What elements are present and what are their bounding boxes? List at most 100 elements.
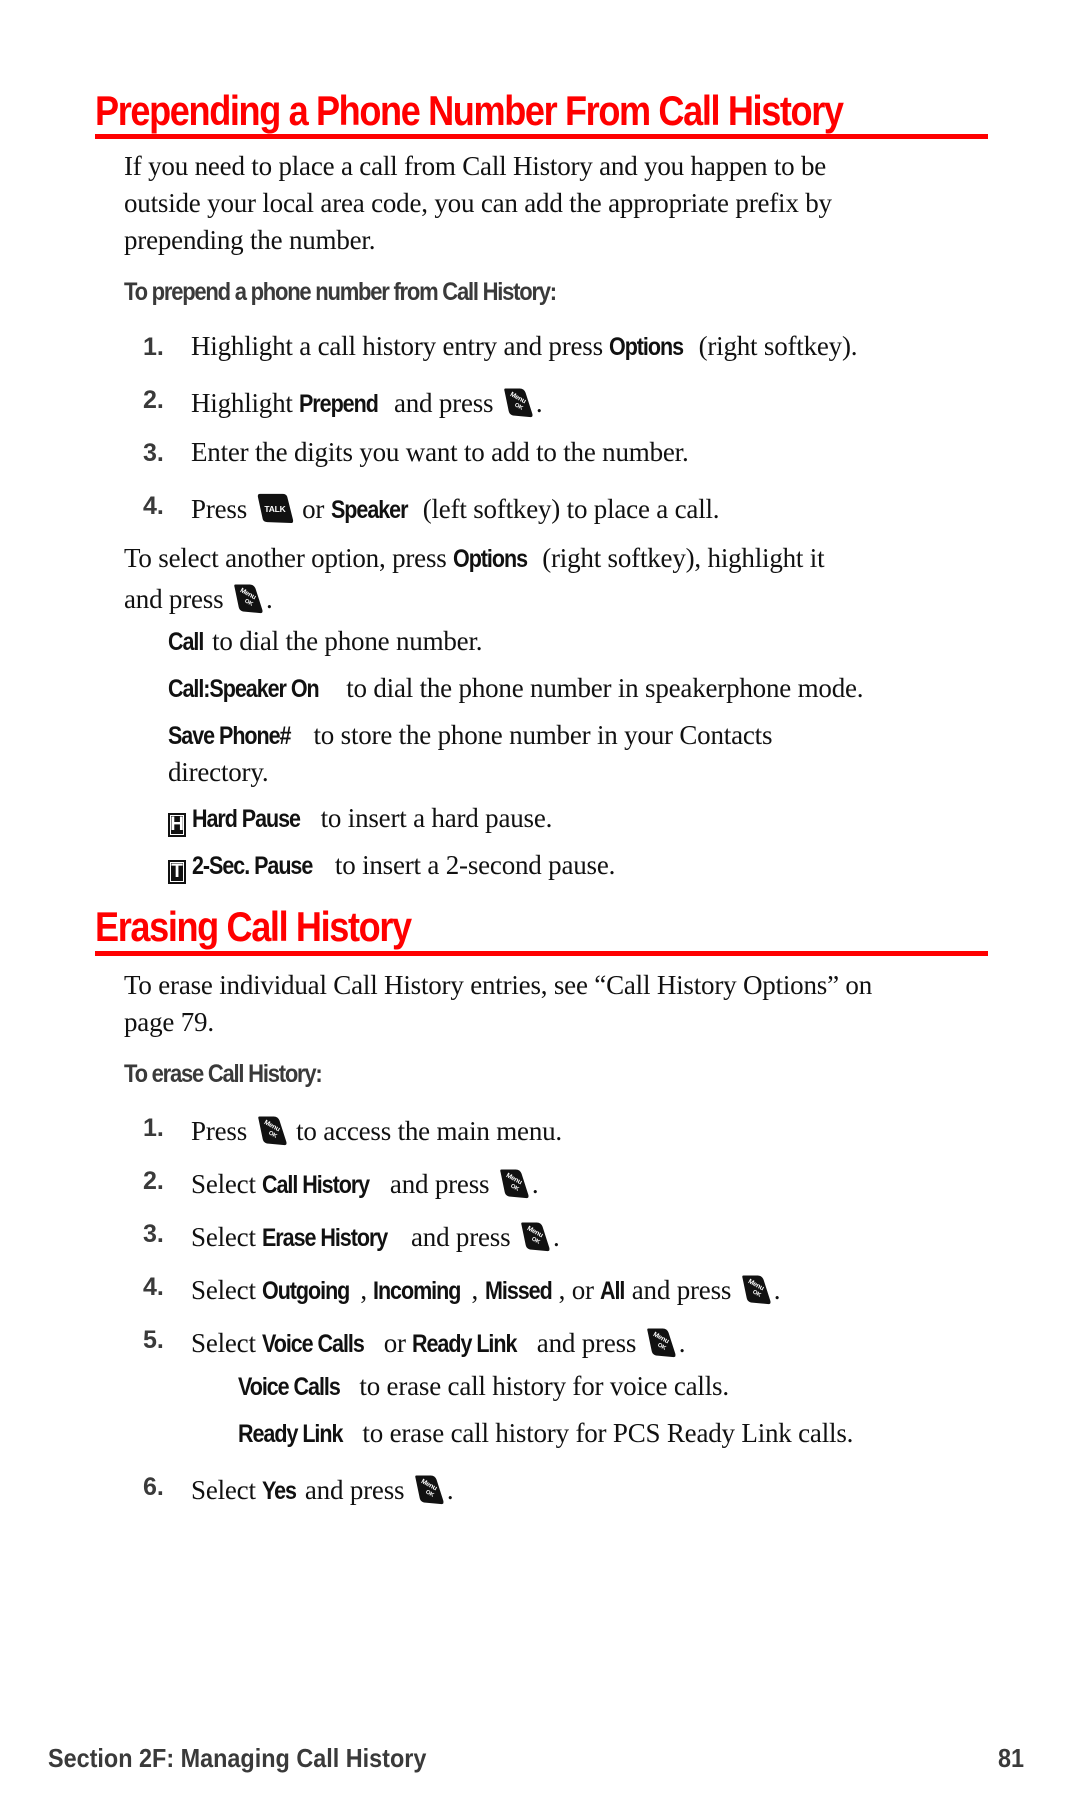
step-text: Press or Speaker (left softkey) to place… <box>191 492 720 524</box>
intro-line-2: outside your local area code, you can ad… <box>124 188 832 218</box>
step-number: 4. <box>143 1273 164 1301</box>
step-number: 2. <box>143 386 164 414</box>
step-text-part: , <box>360 1275 374 1305</box>
bold-term: Options <box>453 545 528 573</box>
option-save-phone-cont: directory. <box>168 757 269 787</box>
menu-ok-key-icon <box>498 1167 530 1199</box>
step-text-part: to access the main menu. <box>289 1116 562 1146</box>
menu-ok-key-icon <box>232 582 264 614</box>
menu-ok-key-icon <box>413 1473 445 1505</box>
step5-option-ready-link: Ready Link to erase call history for PCS… <box>238 1420 853 1447</box>
step-text-part: (left softkey) to place a call. <box>416 494 720 524</box>
step-text-part: . <box>678 1328 686 1358</box>
option-save-phone: Save Phone# to store the phone number in… <box>168 722 772 749</box>
step-text-part: , or <box>558 1275 601 1305</box>
step-text-part: and press <box>387 388 500 418</box>
bold-term: Outgoing <box>262 1277 350 1305</box>
footer-section-label: Section 2F: Managing Call History <box>48 1743 427 1773</box>
step-text: Select Call History and press . <box>191 1167 539 1199</box>
step5-option-voice-calls: Voice Calls to erase call history for vo… <box>238 1373 729 1400</box>
step-text: Select Yes and press . <box>191 1473 454 1505</box>
step-text: Enter the digits you want to add to the … <box>191 437 689 467</box>
page-number: 81 <box>998 1743 1025 1773</box>
step-text: Select Voice Calls or Ready Link and pre… <box>191 1326 686 1358</box>
step-number: 4. <box>143 492 164 520</box>
menu-ok-key-icon <box>502 386 534 418</box>
option-desc: to erase call history for voice calls. <box>352 1371 729 1401</box>
step-text-part: . <box>535 388 543 418</box>
text-part: and press <box>124 584 230 614</box>
step-text-part: and press <box>404 1222 517 1252</box>
menu-ok-key-icon <box>519 1220 551 1252</box>
step-text-part: (right softkey). <box>692 331 858 361</box>
erase-intro-line-2: page 79. <box>124 1007 214 1037</box>
bold-term: Ready Link <box>238 1420 343 1448</box>
step-text: Select Outgoing, Incoming, Missed, or Al… <box>191 1273 781 1305</box>
intro-line-3: prepending the number. <box>124 225 376 255</box>
option-desc: to dial the phone number. <box>205 626 483 656</box>
bold-term: Voice Calls <box>262 1330 365 1358</box>
procedure-heading: To erase Call History: <box>124 1060 323 1088</box>
bold-term: Missed <box>484 1277 553 1305</box>
step-text-part: and press <box>530 1328 643 1358</box>
text-part: To select another option, press <box>124 543 454 573</box>
section-title-erasing: Erasing Call History <box>95 903 412 950</box>
menu-ok-key-icon <box>740 1273 772 1305</box>
step-text-part: Press <box>191 1116 254 1146</box>
step-number: 5. <box>143 1326 164 1354</box>
step-number: 3. <box>143 1220 164 1248</box>
menu-ok-key-icon <box>645 1326 677 1358</box>
bold-term: All <box>600 1277 625 1305</box>
bold-term: Options <box>609 333 684 361</box>
options-intro-line-2: and press . <box>124 582 273 614</box>
step-number: 1. <box>143 333 164 361</box>
step-text-part: and press <box>383 1169 496 1199</box>
option-desc: to store the phone number in your Contac… <box>306 720 773 750</box>
bold-term: Yes <box>262 1477 297 1505</box>
step-number: 3. <box>143 439 164 467</box>
bold-term: Incoming <box>373 1277 461 1305</box>
step-text-part: . <box>446 1475 454 1505</box>
bold-term: Speaker <box>330 496 408 524</box>
section-title-prepending: Prepending a Phone Number From Call Hist… <box>95 87 844 134</box>
step-text-part: and press <box>298 1475 411 1505</box>
step-text-part: or <box>377 1328 413 1358</box>
step-text: Highlight a call history entry and press… <box>191 331 858 361</box>
option-call: Call to dial the phone number. <box>168 626 483 656</box>
option-desc: to dial the phone number in speakerphone… <box>339 673 864 703</box>
bold-term: Call <box>168 628 204 656</box>
step-text-part: or <box>295 494 331 524</box>
bold-term: Voice Calls <box>238 1373 341 1401</box>
step-number: 1. <box>143 1114 164 1142</box>
option-desc: to insert a 2-second pause. <box>328 850 616 880</box>
step-text-part: and press <box>625 1275 738 1305</box>
step-text-part: Select <box>191 1169 263 1199</box>
bold-term: Prepend <box>299 390 379 418</box>
talk-key-icon <box>256 492 294 524</box>
bold-term: 2-Sec. Pause <box>192 852 313 880</box>
step-text: Highlight Prepend and press . <box>191 386 543 418</box>
option-call-speaker-on: Call:Speaker On to dial the phone number… <box>168 673 864 703</box>
bold-term: Save Phone# <box>168 722 292 750</box>
title-rule <box>95 951 988 956</box>
step-text-part: Highlight <box>191 388 300 418</box>
two-sec-pause-t-icon: T <box>168 860 186 884</box>
manual-page: Prepending a Phone Number From Call Hist… <box>0 0 1080 1800</box>
option-2sec-pause: T 2-Sec. Pause to insert a 2-second pause… <box>168 852 615 884</box>
step-text-part: Select <box>191 1475 263 1505</box>
step-number: 2. <box>143 1167 164 1195</box>
text-part: (right softkey), highlight it <box>535 543 825 573</box>
erase-intro-line-1: To erase individual Call History entries… <box>124 970 873 1000</box>
bold-term: Call History <box>262 1171 370 1199</box>
step-text-part: . <box>531 1169 539 1199</box>
option-hard-pause: H Hard Pause to insert a hard pause. <box>168 805 552 837</box>
option-desc: to erase call history for PCS Ready Link… <box>355 1418 854 1448</box>
step-text-part: , <box>471 1275 485 1305</box>
hard-pause-h-icon: H <box>168 813 186 837</box>
step-text-part: Select <box>191 1222 263 1252</box>
step-text: Select Erase History and press . <box>191 1220 560 1252</box>
intro-line-1: If you need to place a call from Call Hi… <box>124 151 827 181</box>
title-rule <box>95 134 988 139</box>
procedure-heading: To prepend a phone number from Call Hist… <box>124 278 557 306</box>
bold-term: Call:Speaker On <box>168 675 320 703</box>
